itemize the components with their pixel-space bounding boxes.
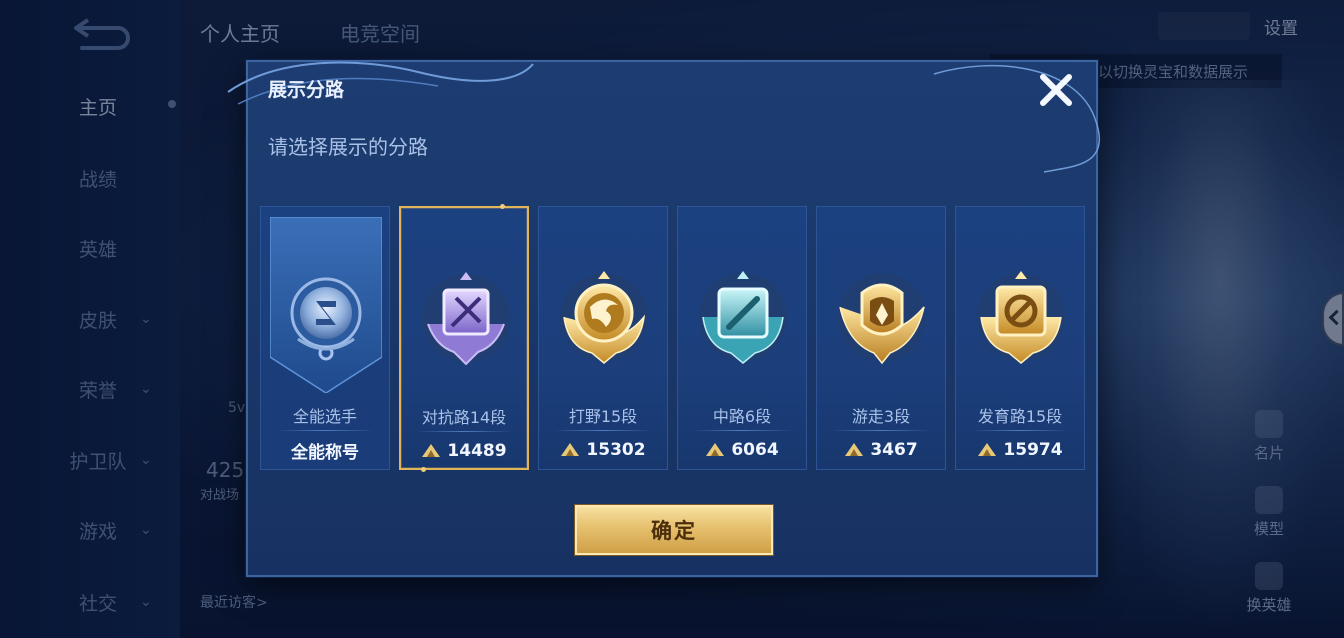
card-divider [831,430,931,431]
decorative-swirl-icon [933,65,1101,173]
peak-score-icon [706,443,725,456]
route-score: 6064 [678,439,806,461]
score-value: 14489 [447,441,507,461]
route-display-dialog: 展示分路 请选择展示的分路 全能选手 全能称号 对抗路14段 14489 打野1… [227,60,1101,577]
route-label: 全能选手 [292,407,357,426]
peak-score-icon [422,444,441,457]
route-label: 对抗路14段 [421,408,507,427]
score-value: 6064 [731,440,779,460]
route-card-all-round[interactable]: 全能选手 全能称号 [260,206,390,470]
route-score: 14489 [401,440,527,462]
dialog-subtitle: 请选择展示的分路 [268,135,428,159]
decorative-swirl-icon [227,61,534,105]
score-value: 15302 [586,440,646,460]
all-round-icon [290,277,362,361]
route-card-farm-lane[interactable]: 发育路15段 15974 [955,206,1085,470]
score-value: 15974 [1003,440,1063,460]
mid-lane-icon [699,271,787,364]
route-card-clash-lane[interactable]: 对抗路14段 14489 [399,204,529,472]
route-label: 中路6段 [712,407,772,426]
score-value: 全能称号 [291,442,359,463]
route-score: 15974 [956,439,1084,461]
card-divider [692,430,792,431]
dialog-title: 展示分路 [268,79,345,101]
card-divider [415,431,513,432]
card-divider [553,430,653,431]
route-card-mid-lane[interactable]: 中路6段 6064 [677,206,807,470]
clash-lane-icon [422,272,510,366]
peak-score-icon [978,443,997,456]
peak-score-icon [561,443,580,456]
score-value: 3467 [870,440,918,460]
peak-score-icon [845,443,864,456]
jungle-icon [560,271,648,364]
roam-icon [838,273,926,365]
route-card-jungle[interactable]: 打野15段 15302 [538,206,668,470]
card-divider [970,430,1070,431]
close-icon [1040,74,1072,106]
card-divider [275,430,375,431]
route-score: 3467 [817,439,945,461]
route-label: 发育路15段 [977,407,1063,426]
route-cards: 全能选手 全能称号 对抗路14段 14489 打野15段 15302 中路6段 … [260,204,1085,472]
farm-lane-icon [977,271,1065,364]
route-card-roam[interactable]: 游走3段 3467 [816,206,946,470]
route-score: 全能称号 [261,439,389,463]
route-score: 15302 [539,439,667,461]
close-button[interactable] [1036,70,1076,110]
route-label: 游走3段 [851,407,911,426]
confirm-button[interactable]: 确定 [575,505,773,555]
route-label: 打野15段 [568,407,638,426]
game-screen: 主页 战绩 英雄 皮肤 ⌄ 荣誉 ⌄ 护卫队 ⌄ 游戏 ⌄ 社交 ⌄ 个人主页 … [0,0,1344,638]
